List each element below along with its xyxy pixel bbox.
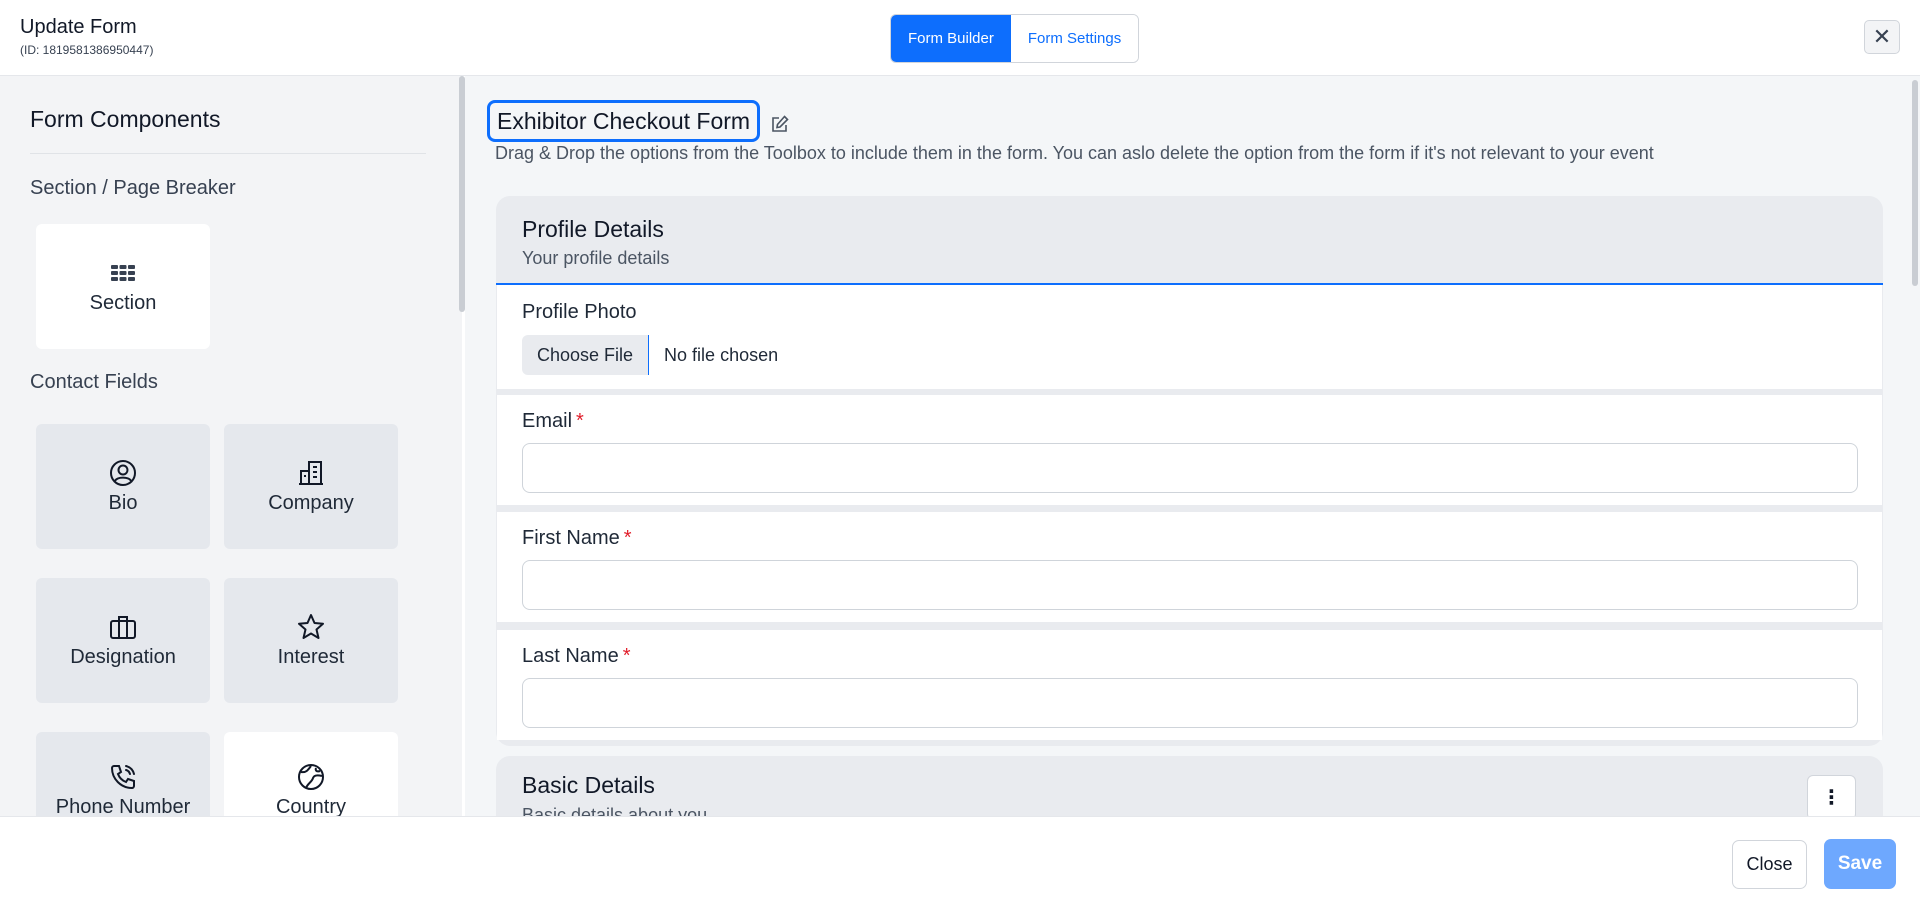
field-label: Email * [522,410,584,432]
grid-icon [111,265,135,281]
edit-icon[interactable] [770,114,790,134]
required-marker: * [623,527,632,549]
phone-icon [110,765,135,790]
component-label: Designation [70,646,176,668]
footer [0,816,1920,912]
field-label: Last Name * [522,645,631,667]
email-field[interactable] [522,443,1858,493]
sidebar-divider [30,153,426,154]
file-input[interactable]: Choose File No file chosen [522,335,1858,375]
section-title: Basic Details [522,772,655,798]
form-id-label: (ID: 1819581386950447) [20,43,154,57]
component-label: Bio [108,492,138,514]
form-title[interactable]: Exhibitor Checkout Form [487,100,761,142]
header: Update Form (ID: 1819581386950447) Form … [0,0,1920,76]
sidebar-title: Form Components [30,106,221,132]
component-designation[interactable]: Designation [36,578,210,703]
page-title: Update Form [20,16,137,38]
field-label: Profile Photo [522,301,637,323]
component-label: Section [89,292,157,314]
form-description: Drag & Drop the options from the Toolbox… [495,143,1654,163]
component-label: Company [268,492,354,514]
component-label: Interest [277,646,345,668]
save-button[interactable]: Save [1824,839,1896,889]
close-icon[interactable]: ✕ [1864,20,1900,54]
globe-icon [298,764,324,790]
tab-form-builder[interactable]: Form Builder [891,15,1011,62]
field-label: First Name * [522,527,632,549]
component-company[interactable]: Company [224,424,398,549]
section-subtitle: Your profile details [522,248,670,268]
required-marker: * [622,645,631,667]
user-circle-icon [110,460,136,486]
briefcase-icon [110,616,136,639]
canvas-scrollbar[interactable] [1912,80,1918,286]
component-bio[interactable]: Bio [36,424,210,549]
view-toggle: Form Builder Form Settings [890,14,1140,63]
section-group-label: Section / Page Breaker [30,177,236,199]
component-section[interactable]: Section [36,224,210,349]
star-icon [298,614,324,639]
component-interest[interactable]: Interest [224,578,398,703]
file-status: No file chosen [664,344,779,365]
first-name-field[interactable] [522,560,1858,610]
contact-group-label: Contact Fields [30,371,158,393]
choose-file-button[interactable]: Choose File [522,335,650,375]
more-options-icon[interactable]: ⋮ [1807,775,1856,820]
last-name-field[interactable] [522,678,1858,728]
building-icon [299,461,323,485]
close-button[interactable]: Close [1732,840,1807,889]
required-marker: * [576,410,584,432]
section-title: Profile Details [522,216,664,242]
tab-form-settings[interactable]: Form Settings [1010,15,1139,62]
